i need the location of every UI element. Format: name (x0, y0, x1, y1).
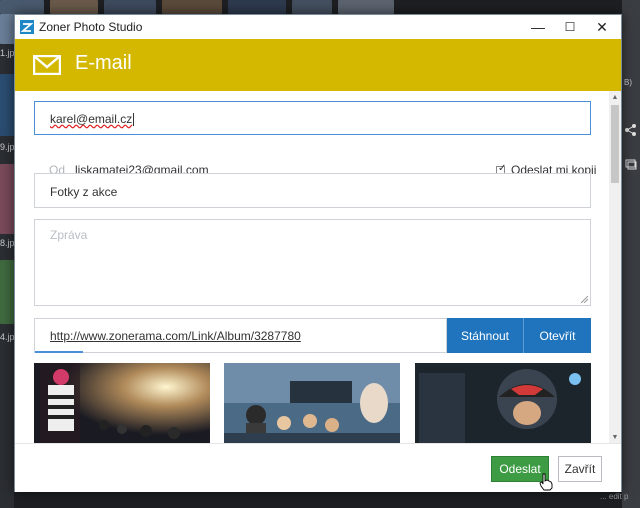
text-caret (133, 113, 135, 127)
dialog-title: E-mail (75, 52, 132, 74)
open-button[interactable]: Otevřít (524, 318, 591, 353)
message-placeholder: Zpráva (50, 228, 88, 242)
maximize-icon: ☐ (564, 20, 576, 34)
background-side-panel: B) (622, 0, 640, 508)
recipient-value: karel@email.cz (50, 112, 133, 126)
photo-thumbnail[interactable] (34, 363, 210, 443)
scroll-thumb[interactable] (611, 105, 619, 183)
email-dialog: Zoner Photo Studio — ☐ ✕ E-mail karel@em… (14, 14, 622, 492)
bg-file-label: 4.jp (0, 332, 15, 342)
share-icon (625, 124, 636, 136)
minimize-icon: — (531, 19, 545, 35)
subject-value: Fotky z akce (50, 185, 118, 199)
close-icon: ✕ (596, 18, 608, 35)
scroll-up-icon[interactable]: ▲ (609, 91, 621, 103)
background-thumbnail-strip (0, 0, 640, 14)
background-status-text: ... edit p (600, 492, 629, 501)
maximize-button[interactable]: ☐ (555, 15, 585, 39)
background-file-browser: 1.jp 9.jp 8.jp 4.jp (0, 14, 15, 508)
subject-input[interactable]: Fotky z akce (34, 173, 591, 208)
album-link-field[interactable]: http://www.zonerama.com/Link/Album/32877… (34, 318, 447, 353)
minimize-button[interactable]: — (523, 15, 553, 39)
bg-panel-label: B) (624, 78, 632, 87)
zoner-logo-icon (20, 20, 34, 34)
bg-file-label: 8.jp (0, 238, 15, 248)
photo-thumbnail[interactable] (415, 363, 591, 443)
vertical-scrollbar[interactable]: ▲ ▼ (609, 91, 621, 443)
close-window-button[interactable]: ✕ (587, 15, 617, 39)
link-field-focus-bar (35, 351, 83, 353)
envelope-icon (33, 55, 61, 75)
hand-cursor-icon (539, 473, 553, 491)
bg-file-label: 9.jp (0, 142, 15, 152)
download-button[interactable]: Stáhnout (447, 318, 523, 353)
dialog-header: E-mail (15, 39, 621, 91)
scroll-down-icon[interactable]: ▼ (609, 431, 621, 443)
window-title: Zoner Photo Studio (39, 20, 143, 34)
close-button[interactable]: Zavřít (558, 456, 602, 482)
bg-file-label: 1.jp (0, 48, 15, 58)
layers-icon (625, 159, 637, 170)
recipient-input[interactable]: karel@email.cz (34, 101, 591, 135)
title-bar[interactable]: Zoner Photo Studio — ☐ ✕ (15, 15, 621, 39)
message-textarea[interactable]: Zpráva (34, 219, 591, 306)
resize-grip-icon[interactable] (581, 296, 588, 303)
photo-thumbnail[interactable] (224, 363, 400, 443)
album-link[interactable]: http://www.zonerama.com/Link/Album/32877… (50, 329, 301, 343)
